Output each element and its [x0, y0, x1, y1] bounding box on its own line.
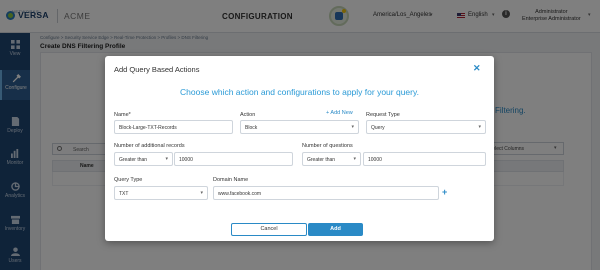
chevron-down-icon: ▾	[165, 156, 168, 162]
add-domain-plus-icon[interactable]: +	[442, 187, 447, 197]
add-query-actions-dialog: Add Query Based Actions ✕ Choose which a…	[105, 56, 494, 241]
query-type-select[interactable]: TXT ▾	[114, 186, 208, 200]
request-type-select[interactable]: Query ▾	[366, 120, 486, 134]
cancel-button[interactable]: Cancel	[231, 223, 307, 236]
additional-records-operator-select[interactable]: Greater than ▾	[114, 152, 173, 166]
query-type-label: Query Type	[114, 177, 143, 183]
name-field[interactable]: Block-Large-TXT-Records	[114, 120, 233, 134]
additional-records-operator-value: Greater than	[119, 157, 148, 163]
domain-name-input[interactable]: www.facebook.com	[213, 186, 439, 200]
questions-operator-select[interactable]: Greater than ▾	[302, 152, 361, 166]
additional-records-label: Number of additional records	[114, 143, 185, 149]
add-new-action-link[interactable]: + Add New	[326, 110, 353, 116]
domain-name-label: Domain Name	[213, 177, 249, 183]
action-select[interactable]: Block ▾	[240, 120, 359, 134]
chevron-down-icon: ▾	[478, 124, 481, 130]
additional-records-input[interactable]: 10000	[174, 152, 293, 166]
request-type-label: Request Type	[366, 112, 400, 118]
chevron-down-icon: ▾	[200, 190, 203, 196]
query-type-value: TXT	[119, 191, 129, 197]
close-icon[interactable]: ✕	[473, 63, 481, 74]
dialog-title: Add Query Based Actions	[114, 65, 200, 74]
questions-input[interactable]: 10000	[363, 152, 486, 166]
questions-operator-value: Greater than	[307, 157, 336, 163]
questions-label: Number of questions	[302, 143, 353, 149]
request-type-value: Query	[371, 125, 385, 131]
name-label: Name*	[114, 112, 131, 118]
action-label: Action	[240, 112, 256, 118]
add-button[interactable]: Add	[308, 223, 363, 236]
action-select-value: Block	[245, 125, 258, 131]
chevron-down-icon: ▾	[353, 156, 356, 162]
chevron-down-icon: ▾	[351, 124, 354, 130]
dialog-subtitle: Choose which action and configurations t…	[180, 87, 419, 97]
